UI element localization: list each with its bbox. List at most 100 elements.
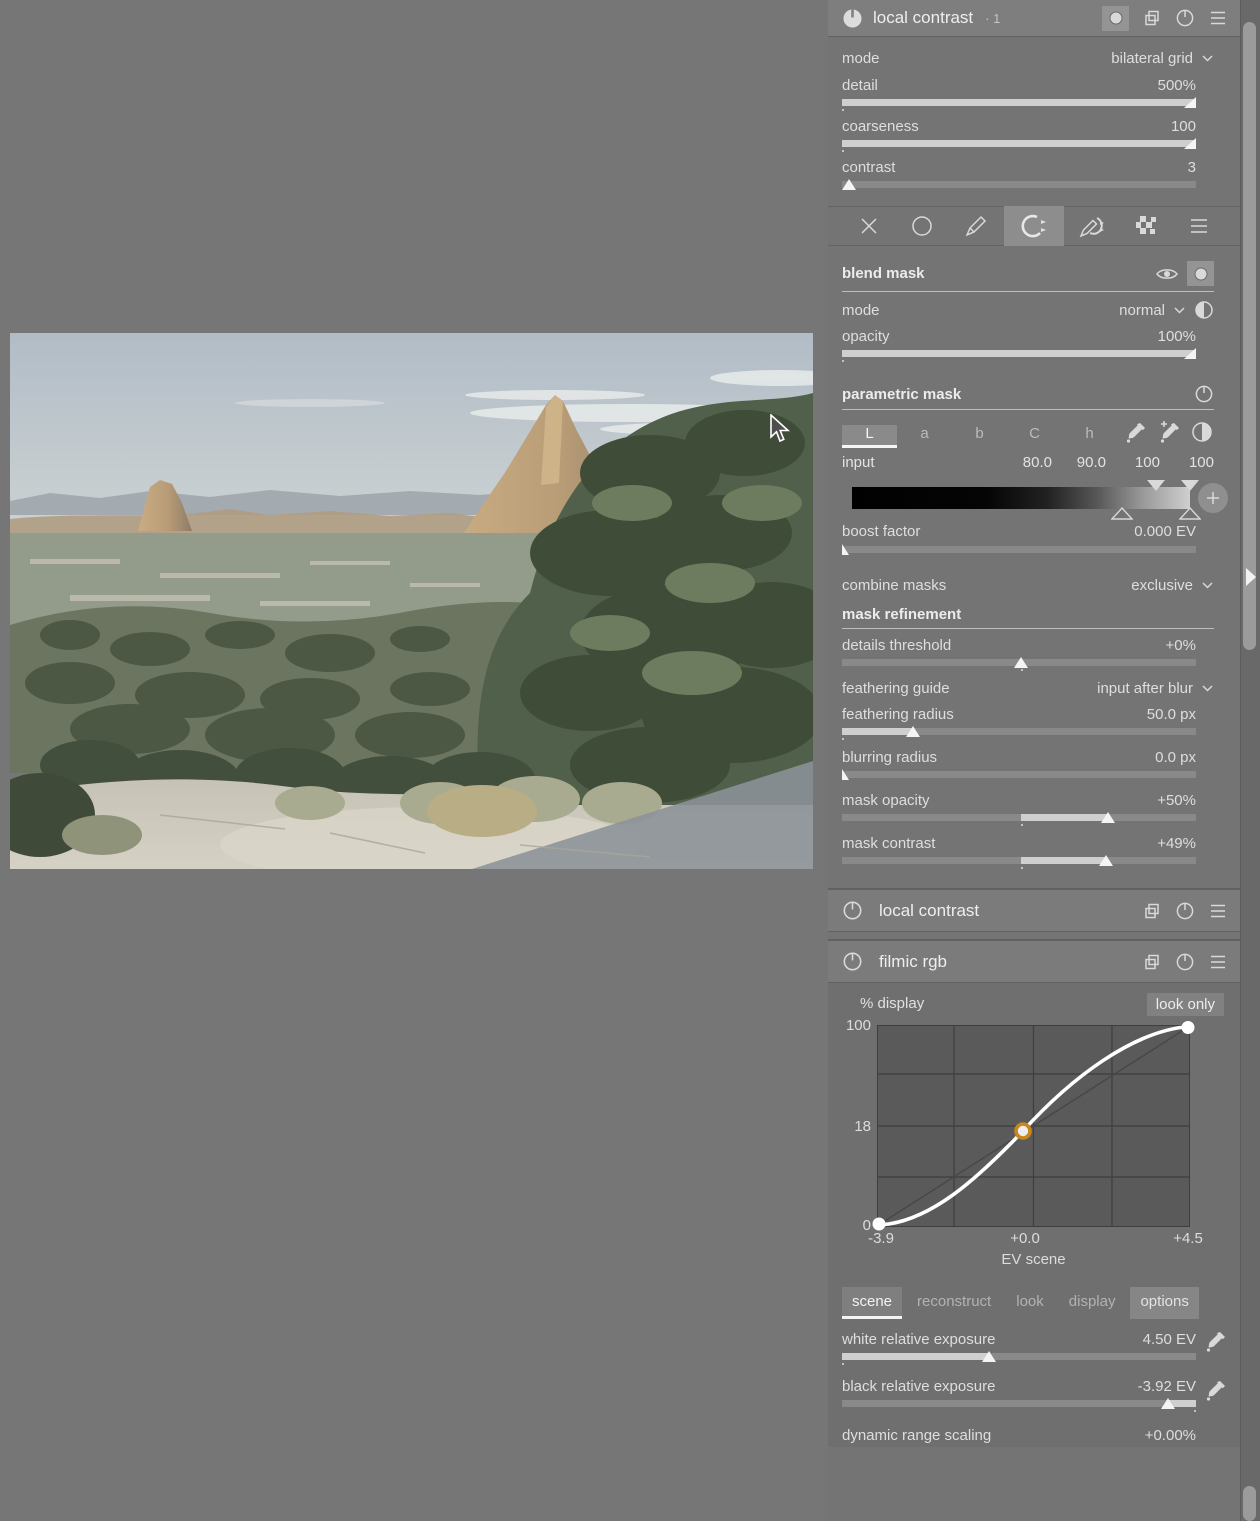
- look-only-toggle[interactable]: look only: [1146, 993, 1224, 1016]
- add-node-button[interactable]: [1198, 483, 1228, 513]
- dynamic-range-scaling-control: dynamic range scaling +0.00%: [828, 1415, 1240, 1447]
- module-header-local-contrast-1[interactable]: local contrast · 1: [828, 0, 1240, 37]
- boost-factor-slider[interactable]: [842, 544, 1196, 555]
- power-toggle-icon[interactable]: [842, 951, 863, 972]
- mask-contrast-slider[interactable]: [842, 855, 1196, 869]
- mouse-cursor: [769, 414, 793, 446]
- blend-order-icon[interactable]: [1194, 300, 1214, 320]
- panel-collapse-arrow[interactable]: [1244, 566, 1258, 588]
- mode-combobox[interactable]: mode bilateral grid: [842, 43, 1214, 73]
- mask-off-icon[interactable]: [844, 206, 894, 246]
- mask-opacity-slider[interactable]: [842, 812, 1196, 826]
- color-picker-icon[interactable]: [1124, 420, 1148, 444]
- power-toggle-icon[interactable]: [842, 900, 863, 921]
- opacity-slider[interactable]: [842, 348, 1196, 362]
- white-exposure-slider[interactable]: [842, 1351, 1196, 1365]
- uniform-mask-icon[interactable]: [897, 206, 947, 246]
- blend-mask-section-title: blend mask: [842, 258, 1214, 292]
- blurring-radius-slider[interactable]: [842, 769, 1196, 780]
- feathering-guide-combobox[interactable]: feathering guide input after blur: [842, 674, 1214, 702]
- filmic-curve-canvas[interactable]: [872, 1021, 1195, 1231]
- parametric-mask-icon[interactable]: [1003, 206, 1064, 246]
- channel-tab-a[interactable]: a: [897, 425, 952, 448]
- contrast-slider[interactable]: [842, 179, 1196, 190]
- mask-opacity-label: mask opacity: [842, 791, 930, 809]
- multiple-instances-icon[interactable]: [1142, 901, 1162, 921]
- tab-display[interactable]: display: [1059, 1287, 1126, 1319]
- combine-masks-value[interactable]: exclusive: [1131, 577, 1193, 594]
- feathering-guide-value[interactable]: input after blur: [1097, 680, 1193, 697]
- tab-options[interactable]: options: [1130, 1287, 1199, 1319]
- blending-menu-icon[interactable]: [1174, 206, 1224, 246]
- coarseness-slider[interactable]: [842, 138, 1196, 152]
- input-value-2[interactable]: 90.0: [1052, 454, 1106, 471]
- power-toggle-icon[interactable]: [842, 8, 863, 29]
- presets-menu-icon[interactable]: [1208, 903, 1228, 919]
- eye-toggle-icon[interactable]: [1155, 265, 1179, 283]
- details-threshold-slider[interactable]: [842, 657, 1196, 671]
- parametric-input-gradient-slider[interactable]: [842, 478, 1228, 520]
- chevron-down-icon[interactable]: [1173, 306, 1186, 315]
- mask-indicator-icon[interactable]: [1102, 5, 1129, 31]
- multiple-instances-icon[interactable]: [1142, 8, 1162, 28]
- reset-parameters-icon[interactable]: [1175, 901, 1195, 921]
- channel-tab-C[interactable]: C: [1007, 425, 1062, 448]
- feathering-radius-slider[interactable]: [842, 726, 1196, 740]
- mask-opacity-value: +50%: [1157, 791, 1196, 809]
- invert-channel-icon[interactable]: [1190, 420, 1214, 444]
- middle-gray-node[interactable]: [1014, 1122, 1032, 1140]
- filmic-curve-graph[interactable]: 100 18 0: [846, 1017, 1195, 1234]
- tab-look[interactable]: look: [1006, 1287, 1054, 1319]
- input-value-3[interactable]: 100: [1106, 454, 1160, 471]
- mode-value[interactable]: bilateral grid: [1111, 50, 1193, 67]
- landscape-photo: [10, 333, 813, 869]
- y-tick-100: 100: [845, 1017, 871, 1034]
- blend-mode-combobox[interactable]: mode normal: [842, 296, 1214, 324]
- module-header-filmic-rgb[interactable]: filmic rgb: [828, 939, 1240, 983]
- module-header-local-contrast[interactable]: local contrast: [828, 888, 1240, 932]
- display-mask-icon[interactable]: [1187, 261, 1214, 286]
- module-title[interactable]: filmic rgb: [879, 952, 947, 972]
- reset-parameters-icon[interactable]: [1175, 8, 1195, 28]
- detail-slider[interactable]: [842, 97, 1196, 111]
- black-exposure-slider[interactable]: [842, 1398, 1196, 1412]
- input-value-1[interactable]: 80.0: [998, 454, 1052, 471]
- tab-reconstruct[interactable]: reconstruct: [907, 1287, 1001, 1319]
- module-title[interactable]: local contrast: [879, 901, 979, 921]
- black-picker-icon[interactable]: [1204, 1378, 1228, 1402]
- contrast-value: 3: [1187, 158, 1196, 176]
- drawn-mask-icon[interactable]: [951, 206, 1001, 246]
- scrollbar-thumb[interactable]: [1243, 22, 1256, 650]
- chevron-down-icon[interactable]: [1201, 684, 1214, 693]
- input-value-4[interactable]: 100: [1160, 454, 1214, 471]
- chevron-down-icon[interactable]: [1201, 54, 1214, 63]
- channel-tab-b[interactable]: b: [952, 425, 1007, 448]
- image-preview[interactable]: [10, 333, 813, 869]
- chevron-down-icon[interactable]: [1201, 581, 1214, 590]
- blend-opacity-labels: opacity 100%: [842, 324, 1214, 348]
- multiple-instances-icon[interactable]: [1142, 952, 1162, 972]
- channel-tab-h[interactable]: h: [1062, 425, 1117, 448]
- white-picker-icon[interactable]: [1204, 1329, 1228, 1353]
- combine-masks-combobox[interactable]: combine masks exclusive: [842, 571, 1214, 599]
- channel-tab-L[interactable]: L: [842, 425, 897, 448]
- filmic-tab-bar: scene reconstruct look display options: [842, 1287, 1226, 1319]
- presets-menu-icon[interactable]: [1208, 10, 1228, 26]
- drs-value: +0.00%: [1144, 1426, 1196, 1444]
- mode-label: mode: [842, 49, 880, 67]
- blend-mode-value[interactable]: normal: [1119, 302, 1165, 319]
- black-relative-exposure-control: black relative exposure -3.92 EV: [828, 1368, 1240, 1412]
- drawn-and-parametric-mask-icon[interactable]: [1067, 206, 1117, 246]
- scrollbar-thumb-bottom[interactable]: [1243, 1486, 1256, 1521]
- panel-scrollbar[interactable]: [1240, 0, 1260, 1521]
- reset-section-icon[interactable]: [1194, 384, 1214, 404]
- color-picker-add-icon[interactable]: [1156, 420, 1182, 444]
- feathering-radius-label: feathering radius: [842, 705, 954, 723]
- presets-menu-icon[interactable]: [1208, 954, 1228, 970]
- tab-scene[interactable]: scene: [842, 1287, 903, 1319]
- y-axis-title: % display: [860, 995, 925, 1012]
- module-title[interactable]: local contrast: [873, 8, 973, 28]
- reset-parameters-icon[interactable]: [1175, 952, 1195, 972]
- luminance-gradient-bar[interactable]: [852, 487, 1190, 509]
- raster-mask-icon[interactable]: [1121, 206, 1171, 246]
